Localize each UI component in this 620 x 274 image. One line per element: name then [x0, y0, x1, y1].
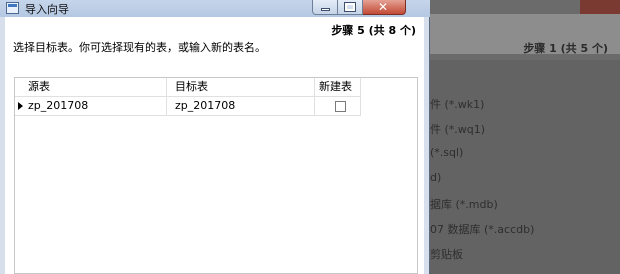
background-list-item: 件 (*.wk1) [430, 98, 485, 111]
window-app-icon [6, 2, 19, 14]
column-header-target[interactable]: 目标表 [167, 78, 315, 97]
background-header: 步骤 1 (共 5 个) [430, 14, 620, 55]
window-controls: ✕ [312, 0, 406, 15]
dialog-content: 步骤 5 (共 8 个) 选择目标表。你可选择现有的表，或输入新的表名。 源表 … [5, 17, 424, 274]
minimize-icon [321, 8, 330, 11]
table-mapping-grid: 源表 目标表 新建表 zp_201708 zp_201708 [14, 77, 418, 274]
background-step-label: 步骤 1 (共 5 个) [523, 42, 608, 55]
instruction-text: 选择目标表。你可选择现有的表，或输入新的表名。 [13, 41, 266, 54]
background-list-item: d) [430, 171, 442, 184]
background-list-item: 据库 (*.mdb) [430, 198, 498, 211]
background-file-type-list [430, 60, 620, 274]
column-header-source[interactable]: 源表 [15, 78, 167, 97]
grid-header: 源表 目标表 新建表 [15, 78, 361, 97]
maximize-icon [344, 2, 356, 12]
step-indicator: 步骤 5 (共 8 个) [331, 24, 416, 37]
background-list-item: 剪贴板 [430, 248, 463, 261]
new-table-checkbox[interactable] [335, 101, 346, 112]
table-row[interactable]: zp_201708 zp_201708 [15, 97, 361, 116]
background-list-item: 件 (*.wq1) [430, 123, 486, 136]
close-icon: ✕ [378, 0, 389, 14]
column-header-new-table[interactable]: 新建表 [315, 78, 361, 97]
background-list-item: 07 数据库 (*.accdb) [430, 223, 535, 236]
close-button[interactable]: ✕ [363, 0, 406, 15]
target-table-cell[interactable]: zp_201708 [167, 97, 315, 116]
import-wizard-dialog: 导入向导 ✕ 步骤 5 (共 8 个) 选择目标表。你可选择现有的表，或输入新的… [0, 0, 430, 274]
source-table-cell[interactable]: zp_201708 [15, 97, 167, 116]
background-list-item: (*.sql) [430, 146, 464, 159]
minimize-button[interactable] [312, 0, 338, 15]
maximize-button[interactable] [338, 0, 363, 15]
dialog-title: 导入向导 [25, 3, 69, 16]
dialog-titlebar[interactable]: 导入向导 ✕ [0, 0, 430, 17]
